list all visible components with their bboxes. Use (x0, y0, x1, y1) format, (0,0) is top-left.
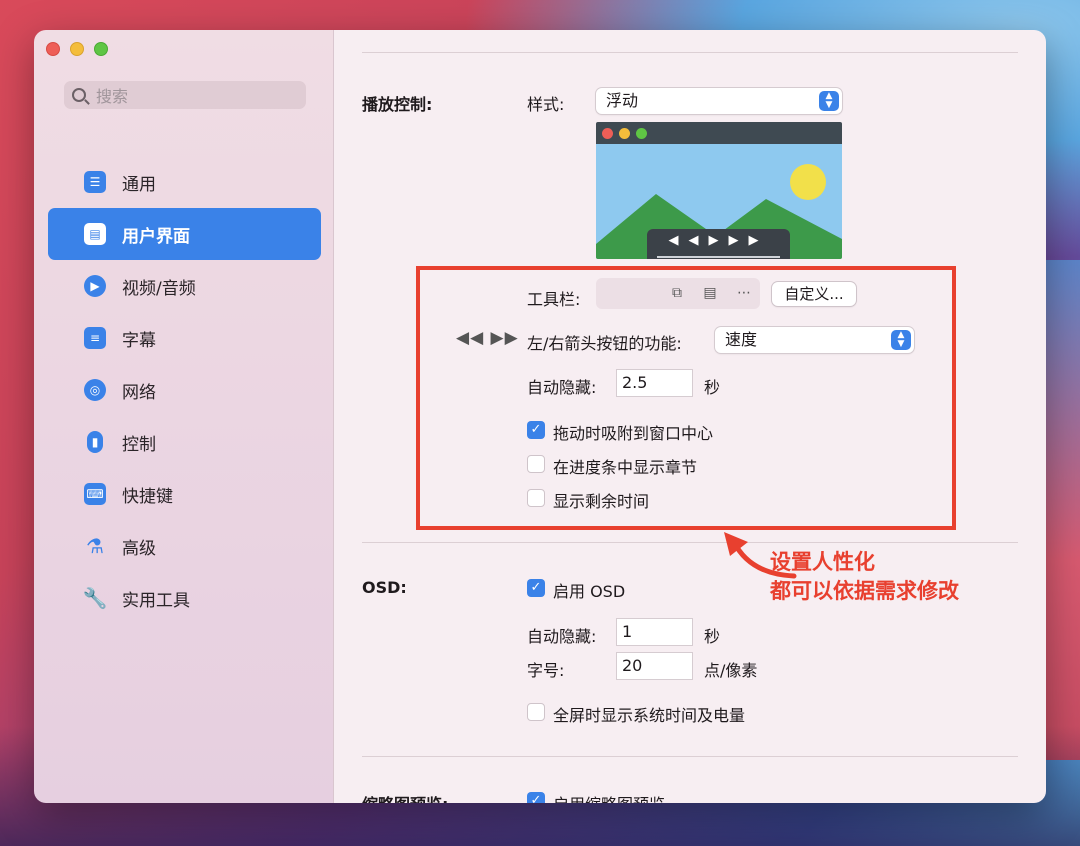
divider (362, 542, 1018, 543)
search-input[interactable]: 搜索 (64, 81, 306, 109)
search-icon (72, 88, 86, 102)
style-preview-image: ◀◀▶▶▶ (596, 122, 842, 259)
sidebar-item-advanced[interactable]: ⚗ 高级 (48, 520, 321, 572)
autohide-label: 自动隐藏: (527, 378, 597, 397)
more-icon: ⋯ (737, 285, 751, 301)
customize-button[interactable]: 自定义... (772, 282, 856, 306)
sidebar-item-general[interactable]: ☰ 通用 (48, 156, 321, 208)
style-select-value: 浮动 (606, 91, 639, 110)
show-chapters-label: 在进度条中显示章节 (553, 458, 698, 477)
sidebar-nav: ☰ 通用 ▤ 用户界面 ▶ 视频/音频 ≡ 字幕 ◎ 网络 ▮ 控制 ⌨ 快捷键… (48, 156, 321, 624)
enable-osd-checkbox[interactable]: ✓ (527, 579, 545, 597)
pip-icon: ⧉ (672, 285, 682, 301)
settings-pane: 播放控制: 样式: 浮动 ▲ ▼ ◀◀▶▶▶ 工具栏: ⧉ ▤ ⋯ 自定义...… (334, 30, 1046, 803)
snap-center-checkbox[interactable]: ✓ (527, 421, 545, 439)
preview-close-dot (602, 127, 613, 139)
sidebar-item-subtitles[interactable]: ≡ 字幕 (48, 312, 321, 364)
minimize-button[interactable] (70, 42, 84, 56)
annotation-line-2: 都可以依据需求修改 (770, 579, 959, 603)
show-chapters-checkbox[interactable] (527, 455, 545, 473)
subtitle-bubble-icon: ≡ (84, 327, 106, 349)
mouse-icon: ▮ (87, 431, 103, 453)
toolbar-label: 工具栏: (527, 290, 581, 309)
enable-thumbnail-checkbox[interactable]: ✓ (527, 792, 545, 803)
fullscreen-clock-label: 全屏时显示系统时间及电量 (553, 706, 746, 725)
preview-progress-track (657, 256, 780, 258)
preview-min-dot (619, 127, 630, 139)
sidebar-item-label: 高级 (122, 538, 156, 559)
wrench-icon: 🔧 (82, 586, 108, 610)
sidebar-item-ui[interactable]: ▤ 用户界面 (48, 208, 321, 260)
sidebar-item-label: 通用 (122, 174, 156, 195)
sidebar-item-control[interactable]: ▮ 控制 (48, 416, 321, 468)
section-label-osd: OSD: (362, 578, 407, 597)
sidebar-item-label: 控制 (122, 434, 156, 455)
preview-transport-icons: ◀◀▶▶▶ (668, 233, 769, 248)
preview-playback-controls: ◀◀▶▶▶ (647, 229, 790, 259)
fullscreen-clock-checkbox[interactable] (527, 703, 545, 721)
sidebar-item-video-audio[interactable]: ▶ 视频/音频 (48, 260, 321, 312)
sidebar-item-network[interactable]: ◎ 网络 (48, 364, 321, 416)
keyboard-icon: ⌨ (84, 483, 106, 505)
preview-titlebar (596, 122, 842, 144)
playlist-icon: ▤ (703, 285, 717, 301)
sidebar-item-label: 快捷键 (122, 486, 173, 507)
divider (362, 52, 1018, 53)
preview-max-dot (636, 127, 647, 139)
chevron-updown-icon: ▲ ▼ (819, 91, 839, 111)
sidebar-item-label: 字幕 (122, 330, 156, 351)
toggles-icon: ☰ (84, 171, 106, 193)
osd-autohide-label: 自动隐藏: (527, 627, 597, 646)
sidebar-item-utilities[interactable]: 🔧 实用工具 (48, 572, 321, 624)
osd-fontsize-field[interactable]: 20 (616, 652, 693, 680)
flask-icon: ⚗ (86, 534, 104, 558)
sidebar-item-label: 视频/音频 (122, 278, 196, 299)
sidebar: 搜索 ☰ 通用 ▤ 用户界面 ▶ 视频/音频 ≡ 字幕 ◎ 网络 ▮ 控制 ⌨ … (34, 30, 334, 803)
window-icon: ▤ (84, 223, 106, 245)
section-label-thumbnail: 缩略图预览: (362, 791, 448, 803)
annotation-line-1: 设置人性化 (770, 550, 875, 574)
close-button[interactable] (46, 42, 60, 56)
globe-icon: ◎ (84, 379, 106, 401)
sidebar-item-label: 网络 (122, 382, 156, 403)
chevron-updown-icon: ▲ ▼ (891, 330, 911, 350)
search-placeholder: 搜索 (96, 87, 129, 106)
sidebar-item-label: 实用工具 (122, 590, 190, 611)
remaining-time-checkbox[interactable] (527, 489, 545, 507)
enable-osd-label: 启用 OSD (553, 582, 626, 601)
section-label-playback: 播放控制: (362, 95, 433, 114)
play-circle-icon: ▶ (84, 275, 106, 297)
style-label: 样式: (527, 95, 565, 114)
traffic-lights (46, 42, 108, 56)
toolbar-preview[interactable]: ⧉ ▤ ⋯ (596, 278, 760, 309)
osd-fontsize-unit: 点/像素 (704, 661, 758, 680)
zoom-button[interactable] (94, 42, 108, 56)
divider (362, 756, 1018, 757)
autohide-field[interactable]: 2.5 (616, 369, 693, 397)
snap-center-label: 拖动时吸附到窗口中心 (553, 424, 714, 443)
annotation-text: 设置人性化 都可以依据需求修改 (770, 548, 959, 606)
arrow-function-value: 速度 (725, 330, 758, 349)
preferences-window: 搜索 ☰ 通用 ▤ 用户界面 ▶ 视频/音频 ≡ 字幕 ◎ 网络 ▮ 控制 ⌨ … (34, 30, 1046, 803)
sidebar-item-shortcuts[interactable]: ⌨ 快捷键 (48, 468, 321, 520)
autohide-unit: 秒 (704, 378, 721, 397)
enable-thumbnail-label: 启用缩略图预览 (553, 791, 665, 803)
osd-autohide-field[interactable]: 1 (616, 618, 693, 646)
style-select[interactable]: 浮动 ▲ ▼ (596, 88, 842, 114)
rewind-fastforward-icon: ◀◀ ▶▶ (456, 328, 519, 348)
arrow-function-select[interactable]: 速度 ▲ ▼ (715, 327, 914, 353)
remaining-time-label: 显示剩余时间 (553, 492, 650, 511)
osd-fontsize-label: 字号: (527, 661, 565, 680)
osd-autohide-unit: 秒 (704, 627, 721, 646)
sidebar-item-label: 用户界面 (122, 226, 190, 247)
arrow-function-label: 左/右箭头按钮的功能: (527, 334, 682, 353)
preview-sky: ◀◀▶▶▶ (596, 144, 842, 259)
